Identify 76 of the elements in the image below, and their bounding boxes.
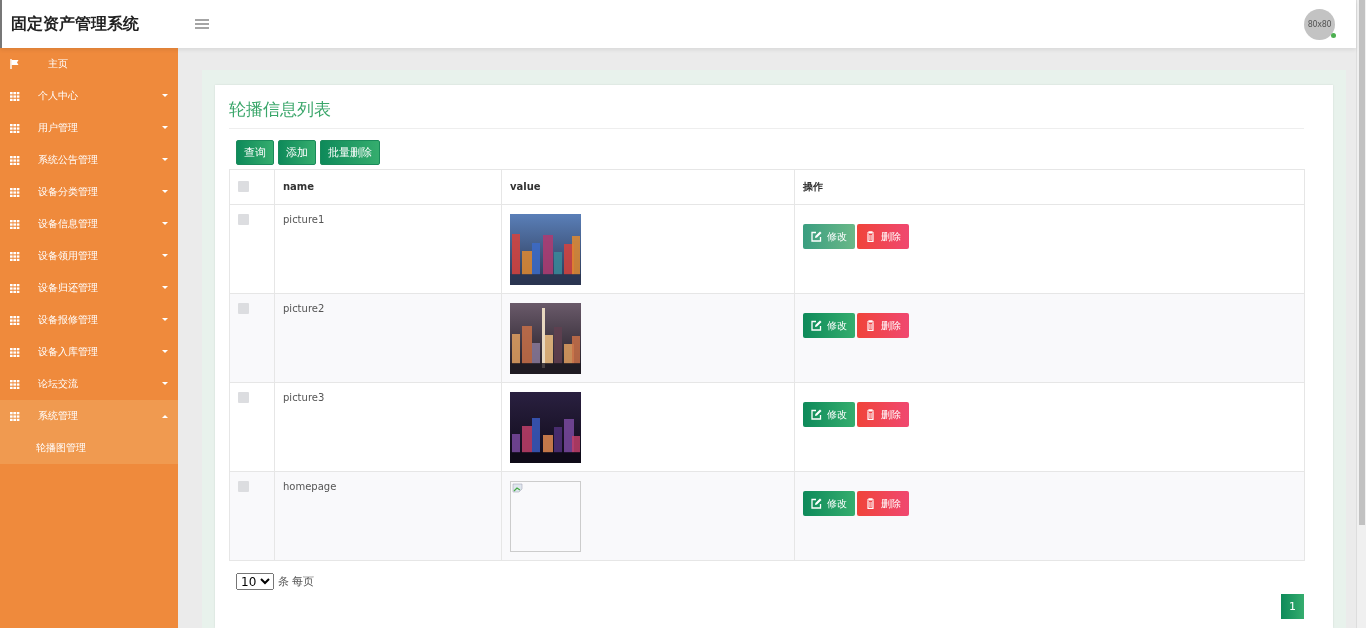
caret-icon [162,254,168,258]
avatar[interactable]: 80x80 [1304,8,1335,40]
sidebar-item[interactable]: 主页 [0,48,178,80]
sidebar-item[interactable]: 个人中心 [0,80,178,112]
delete-button[interactable]: 删除 [857,491,909,516]
trash-icon [865,320,876,331]
grid-icon [10,123,20,133]
select-all-checkbox[interactable] [238,181,249,192]
sidebar-item[interactable]: 系统公告管理 [0,144,178,176]
delete-button[interactable]: 删除 [857,402,909,427]
grid-icon [10,315,20,325]
sidebar-item[interactable]: 设备分类管理 [0,176,178,208]
trash-icon [865,231,876,242]
row-checkbox[interactable] [238,303,249,314]
app-title: 固定资产管理系统 [11,13,140,35]
page-size-label: 条 每页 [278,574,315,589]
caret-icon [162,382,168,386]
scrollbar-thumb[interactable] [1359,0,1365,525]
sidebar-item[interactable]: 设备报修管理 [0,304,178,336]
trash-icon [865,409,876,420]
caret-icon [162,158,168,162]
page-title: 轮播信息列表 [229,95,1304,129]
trash-icon [865,498,876,509]
submenu-item[interactable]: 轮播图管理 [0,432,178,464]
row-checkbox[interactable] [238,392,249,403]
edit-button[interactable]: 修改 [803,224,855,249]
flag-icon [10,59,20,69]
toolbar-button[interactable]: 查询 [236,140,274,165]
toolbar-button[interactable]: 添加 [278,140,316,165]
caret-icon [162,350,168,354]
edit-icon [811,409,822,420]
caret-icon [162,126,168,130]
edit-icon [811,320,822,331]
grid-icon [10,347,20,357]
page-size-select[interactable]: 10 [236,573,274,590]
caret-icon [162,318,168,322]
caret-icon [162,94,168,98]
caret-icon [162,414,168,418]
toolbar-button[interactable]: 批量删除 [320,140,380,165]
caret-icon [162,286,168,290]
sidebar-item[interactable]: 设备领用管理 [0,240,178,272]
table-cell: picture1 [274,204,502,294]
grid-icon [10,251,20,261]
row-checkbox[interactable] [238,214,249,225]
menu-icon[interactable] [195,19,209,29]
grid-icon [10,283,20,293]
grid-icon [10,187,20,197]
column-header: 操作 [794,169,1305,205]
broken-image-icon [510,481,581,552]
grid-icon [10,219,20,229]
grid-icon [10,411,20,421]
grid-icon [10,91,20,101]
column-header: value [501,169,795,205]
sidebar-item[interactable]: 论坛交流 [0,368,178,400]
sidebar-item[interactable]: 设备归还管理 [0,272,178,304]
edit-button[interactable]: 修改 [803,313,855,338]
edit-button[interactable]: 修改 [803,402,855,427]
sidebar-item[interactable]: 系统管理 [0,400,178,432]
table-cell: picture2 [274,293,502,383]
sidebar-item[interactable]: 用户管理 [0,112,178,144]
delete-button[interactable]: 删除 [857,313,909,338]
grid-icon [10,155,20,165]
edit-button[interactable]: 修改 [803,491,855,516]
sidebar-item[interactable]: 设备信息管理 [0,208,178,240]
row-checkbox[interactable] [238,481,249,492]
caret-icon [162,222,168,226]
table-cell: picture3 [274,382,502,472]
edit-icon [811,231,822,242]
delete-button[interactable]: 删除 [857,224,909,249]
table-cell: homepage [274,471,502,561]
sidebar-item[interactable]: 设备入库管理 [0,336,178,368]
caret-icon [162,190,168,194]
page-button[interactable]: 1 [1281,594,1304,619]
edit-icon [811,498,822,509]
grid-icon [10,379,20,389]
column-header: name [274,169,502,205]
